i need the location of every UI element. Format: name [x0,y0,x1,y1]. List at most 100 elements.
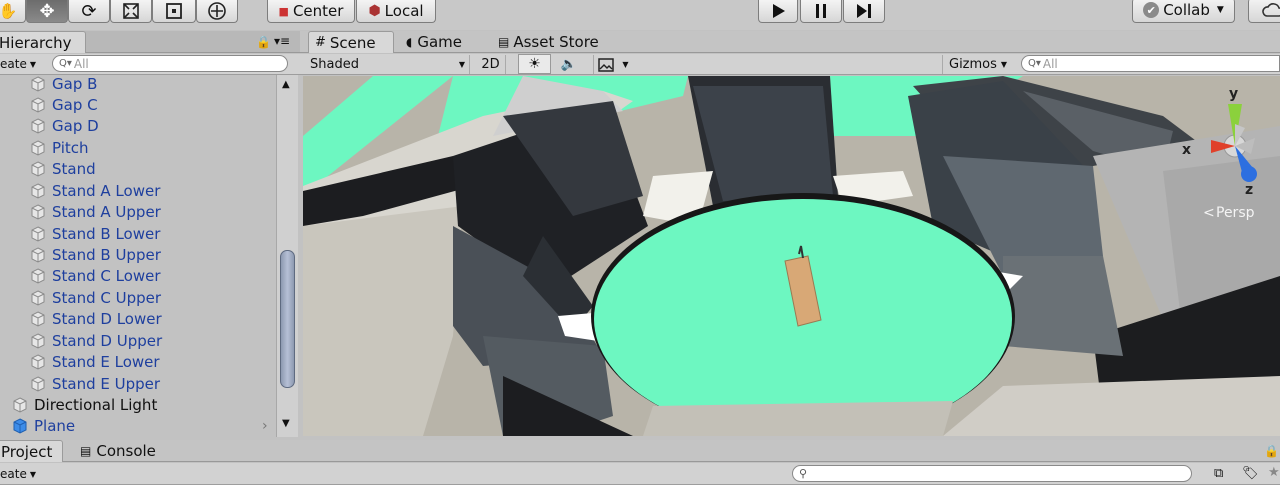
pivot-icon: ■ [278,4,289,18]
list-item[interactable]: Stand E Upper [0,373,275,394]
gameobject-cube-icon [31,246,45,263]
tab-console[interactable]: ▤ Console [74,440,162,462]
scroll-up-icon[interactable]: ▲ [282,79,290,90]
gameobject-cube-icon [31,332,45,349]
gameobject-cube-icon [31,139,45,156]
list-item[interactable]: Stand [0,158,275,179]
tab-project-label: Project [1,442,53,461]
project-subbar: eate ▼ ⚲ ⧉ 🏷 ★ [0,463,1280,485]
list-item-label: Stand C Upper [52,288,162,307]
gameobject-cube-icon [31,96,45,113]
image-icon [598,57,615,72]
list-item[interactable]: Plane › [0,415,275,436]
list-item[interactable]: Stand D Upper [0,330,275,351]
project-search-input[interactable]: ⚲ [792,465,1192,482]
list-item-label: Stand C Lower [52,266,161,285]
search-icon: Q▾ [59,58,72,69]
chevron-right-icon[interactable]: › [262,418,268,434]
pause-button[interactable] [800,0,842,23]
scale-tool-button[interactable] [110,0,152,23]
tab-game[interactable]: ◖ Game [400,31,468,53]
tab-hierarchy[interactable]: Hierarchy [0,31,86,53]
panel-menu-icon[interactable]: ▾≡ [274,34,290,48]
shading-mode-label: Shaded [310,57,359,72]
scene-viewport[interactable]: y x z < Persp [303,76,1280,436]
list-item[interactable]: Stand A Upper [0,201,275,222]
speaker-icon: 🔈 [560,57,578,72]
transform-icon [208,2,226,20]
rect-tool-icon [166,3,182,19]
list-item-label: Stand A Upper [52,202,161,221]
shading-mode-dropdown[interactable]: Shaded ▼ [310,55,470,74]
projection-label[interactable]: Persp [1216,205,1255,221]
hand-icon: ✋ [0,2,18,20]
search-placeholder: All [73,56,89,71]
list-item-label: Stand E Upper [52,374,161,393]
list-item[interactable]: Stand B Lower [0,223,275,244]
pivot-local-button[interactable]: ⬢ Local [356,0,436,23]
gizmo-z-label: z [1245,182,1253,198]
pivot-center-button[interactable]: ■ Center [267,0,355,23]
rect-tool-button[interactable] [152,0,196,23]
filter-type-icon[interactable]: ⧉ [1214,466,1223,481]
local-cube-icon: ⬢ [368,3,381,19]
cloud-button[interactable] [1248,0,1280,23]
pivot-local-label: Local [384,2,424,20]
list-item[interactable]: Stand C Lower [0,265,275,286]
pause-icon [816,4,826,18]
bottom-tabbar: Project ▤ Console 🔒 [0,440,1280,462]
stadium-3d-view: y x z < Persp [303,76,1280,436]
tab-asset-store[interactable]: ▤ Asset Store [492,31,605,53]
scene-search-input[interactable]: Q▾ All [1021,55,1280,72]
tab-scene-label: Scene [329,33,376,52]
create-dropdown[interactable]: eate ▼ [0,56,36,72]
gameobject-cube-icon [31,353,45,370]
scrollbar-thumb[interactable] [280,250,295,388]
list-item[interactable]: Stand B Upper [0,244,275,265]
list-item-label: Stand B Upper [52,245,161,264]
list-item[interactable]: Stand E Lower [0,351,275,372]
list-item[interactable]: Stand C Upper [0,287,275,308]
star-icon[interactable]: ★ [1268,465,1280,480]
list-item[interactable]: Gap B [0,75,275,94]
hand-tool-button[interactable]: ✋ [0,0,26,23]
play-icon [773,4,785,18]
list-item-label: Directional Light [34,395,158,414]
list-item[interactable]: Directional Light [0,394,275,415]
hierarchy-search-input[interactable]: Q▾ All [52,55,288,72]
move-tool-button[interactable]: ✥ [26,0,68,23]
list-item-label: Stand D Lower [52,309,162,328]
toggle-2d-button[interactable]: 2D [476,55,506,74]
list-item[interactable]: Pitch [0,137,275,158]
rotate-tool-button[interactable]: ⟳ [68,0,110,23]
list-item[interactable]: Gap D [0,115,275,136]
list-item-label: Gap B [52,75,98,93]
move-icon: ✥ [39,0,55,22]
projection-chevron-icon[interactable]: < [1203,205,1215,221]
collab-button[interactable]: ✔ Collab ▼ [1132,0,1235,23]
tab-scene[interactable]: # Scene [308,31,394,53]
effects-dropdown[interactable]: ▼ [593,55,633,74]
lock-icon[interactable]: 🔒 [1264,444,1279,458]
list-item[interactable]: Stand A Lower [0,180,275,201]
list-item[interactable]: Stand D Lower [0,308,275,329]
tab-project[interactable]: Project [0,440,63,462]
gizmos-dropdown[interactable]: Gizmos ▼ [942,55,1008,74]
rotate-icon: ⟳ [81,0,97,22]
transform-tool-button[interactable] [196,0,238,23]
gameobject-cube-icon [31,160,45,177]
lighting-toggle[interactable]: ☀ [518,54,551,74]
lock-icon[interactable]: 🔒 [256,35,271,49]
play-button[interactable] [758,0,798,23]
step-button[interactable] [843,0,885,23]
tab-console-label: Console [96,442,156,460]
gizmos-label: Gizmos [949,57,997,72]
console-icon: ▤ [80,444,92,458]
search-icon: Q▾ [1028,58,1041,69]
create-dropdown[interactable]: eate ▼ [0,466,36,482]
audio-toggle[interactable]: 🔈 [554,55,584,74]
hierarchy-scrollbar[interactable]: ▲ ▼ [276,75,298,437]
tag-icon[interactable]: 🏷 [1242,466,1259,481]
list-item[interactable]: Gap C [0,94,275,115]
scroll-down-icon[interactable]: ▼ [282,418,290,429]
